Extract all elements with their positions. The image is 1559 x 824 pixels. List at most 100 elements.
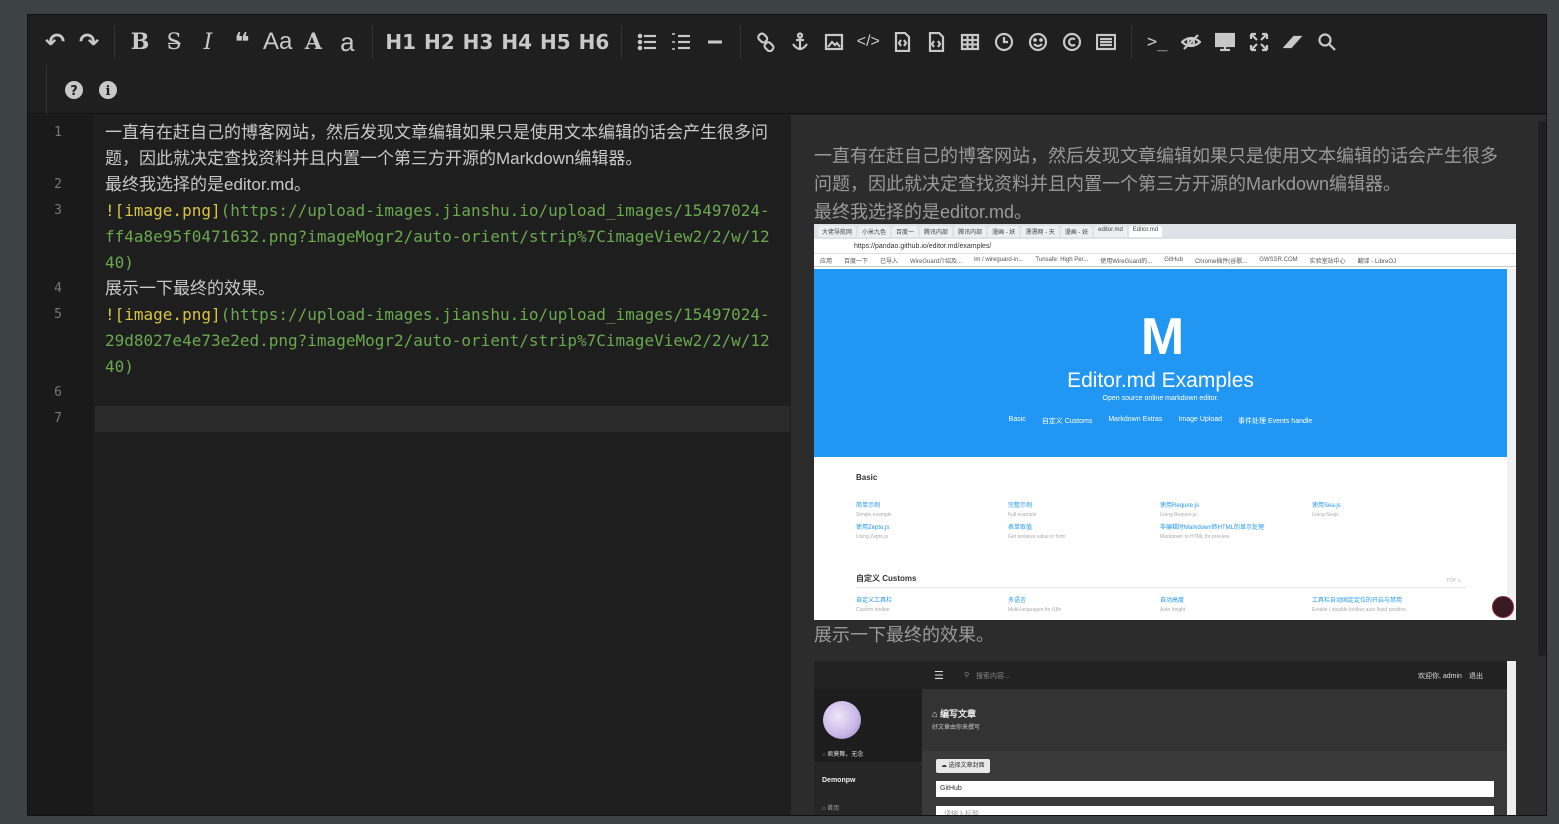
watch-toggle-icon[interactable] <box>1174 24 1208 60</box>
quote-button[interactable]: ❝ <box>225 24 259 60</box>
browser-bookmarks-bar: 应用 百度一下 已导入 WireGuard介绍及... lm / wiregua… <box>814 254 1516 267</box>
search-icon[interactable] <box>1310 24 1344 60</box>
menu-icon: ☰ <box>934 670 944 682</box>
html-preview-pane[interactable]: 一直有在赶自己的博客网站，然后发现文章编辑如果只是使用文本编辑的话会产生很多问题… <box>791 115 1546 815</box>
list-ul-icon[interactable] <box>630 24 664 60</box>
browser-tab: 漂漂网 - 天 <box>1021 226 1059 237</box>
strikethrough-button[interactable]: S̶ <box>157 24 191 60</box>
undo-button[interactable]: ↶ <box>38 24 72 60</box>
toolbar-divider <box>114 25 115 59</box>
example-link: 自动高度 Auto height <box>1160 598 1186 613</box>
nav-link: Basic <box>1008 416 1026 423</box>
redo-button[interactable]: ↷ <box>72 24 106 60</box>
sidebar-item-home: ⌂ 首页 <box>822 806 840 812</box>
nav-link: 自定义 Customs <box>1041 418 1093 425</box>
browser-tab: 百度一 <box>892 226 919 237</box>
page-title: ⌂ 编写文章 <box>932 709 976 719</box>
browser-tab-active: Editor.md <box>1128 226 1163 237</box>
preview-icon[interactable] <box>1208 24 1242 60</box>
h1-button[interactable]: H1 <box>381 24 420 60</box>
example-link: 表单取值 Get textarea value in form <box>1008 525 1066 540</box>
bold-button[interactable]: B <box>123 24 157 60</box>
code-line[interactable]: 一直有在赶自己的博客网站，然后发现文章编辑如果只是使用文本编辑的话会产生很多问题… <box>105 120 775 172</box>
examples-hero: M Editor.md Examples Open source online … <box>814 269 1507 457</box>
preview-paragraph: 一直有在赶自己的博客网站，然后发现文章编辑如果只是使用文本编辑的话会产生很多问题… <box>814 146 1498 194</box>
italic-button[interactable]: I <box>191 24 225 60</box>
home-icon: ⌂ <box>932 709 940 719</box>
line-number: 2 <box>54 177 62 192</box>
datetime-icon[interactable] <box>987 24 1021 60</box>
toolbar-divider <box>1131 25 1133 59</box>
h6-button[interactable]: H6 <box>575 24 614 60</box>
line-number: 7 <box>54 411 62 426</box>
example-link: 使用Require.js Using Require.js <box>1160 503 1200 518</box>
clear-icon[interactable] <box>1276 24 1310 60</box>
image-alt-syntax: ![image.png] <box>105 201 221 220</box>
browser-scrollbar <box>1507 661 1516 815</box>
admin-main: ⌂ 编写文章 好文章由你来撰写 ☁ 选择文章封面 GitHub 请输入标题 <box>922 689 1507 815</box>
link-icon[interactable] <box>749 24 783 60</box>
preview-paragraph: 最终我选择的是editor.md。 <box>814 202 1033 222</box>
example-link: 非编辑时Markdown转HTML的显示处理 Markdown to HTML f… <box>1160 525 1265 540</box>
code-line[interactable]: ![image.png](https://upload-images.jians… <box>105 198 775 276</box>
editor-toolbar: ↶ ↷ B S̶ I ❝ Aa A a H1 H2 H3 H4 H5 H6 </ <box>28 15 1546 115</box>
browser-tab: editor.md <box>1094 226 1127 237</box>
code-line[interactable]: 展示一下最终的效果。 <box>105 276 775 302</box>
svg-text:?: ? <box>70 84 78 99</box>
toolbar-divider <box>621 25 623 59</box>
h2-button[interactable]: H2 <box>420 24 459 60</box>
h5-button[interactable]: H5 <box>536 24 575 60</box>
help-icon[interactable]: ? <box>57 72 91 108</box>
toolbar-divider <box>740 25 742 59</box>
html-entities-icon[interactable] <box>1055 24 1089 60</box>
line-number: 4 <box>54 281 62 296</box>
browser-tab: 腾讯内部 <box>920 226 953 237</box>
line-number-gutter: 1 2 3 4 5 6 7 <box>28 115 95 815</box>
floating-avatar <box>1492 596 1514 618</box>
info-icon[interactable]: i <box>91 72 125 108</box>
section-divider <box>856 587 1466 588</box>
emoji-icon[interactable] <box>1021 24 1055 60</box>
examples-body: Basic 简单示例 Simple example 完整示例 Full exampl… <box>814 457 1507 620</box>
example-link: 使用Sea.js Using Seajs <box>1312 503 1341 518</box>
example-link: 多语言 Multi-languages for i18n <box>1008 598 1062 613</box>
browser-tab-strip: 大佬导航网 小米九色 百度一 腾讯内部 腾讯内部 漫画 - 妖 漂漂网 - 天 … <box>814 224 1516 239</box>
browser-tab: 腾讯内部 <box>954 226 987 237</box>
fullscreen-icon[interactable] <box>1242 24 1276 60</box>
preview-image-admin-editor: ☰ ⚲ 搜索内容... 欢迎你, admin 退出 ○ 君莫舞，无念 Demon… <box>814 661 1516 815</box>
h3-button[interactable]: H3 <box>459 24 498 60</box>
code-block-icon[interactable] <box>919 24 953 60</box>
bookmark: GitHub <box>1164 257 1183 263</box>
browser-tab: 小米九色 <box>858 226 891 237</box>
anchor-icon[interactable] <box>783 24 817 60</box>
browser-scrollbar <box>1507 269 1516 620</box>
preformatted-text-icon[interactable] <box>885 24 919 60</box>
uppercase-first-button[interactable]: A <box>296 24 330 60</box>
image-icon[interactable] <box>817 24 851 60</box>
preview-scrollbar[interactable] <box>1538 121 1546 656</box>
code-line[interactable]: 最终我选择的是editor.md。 <box>105 172 775 198</box>
code-line[interactable]: ![image.png](https://upload-images.jians… <box>105 302 775 380</box>
preview-paragraph: 展示一下最终的效果。 <box>814 625 994 645</box>
nav-link: 事件处理 Events handle <box>1238 418 1313 425</box>
line-number: 5 <box>54 307 62 322</box>
preview-image-editor-examples: 大佬导航网 小米九色 百度一 腾讯内部 腾讯内部 漫画 - 妖 漂漂网 - 天 … <box>814 224 1516 620</box>
markdown-source-pane[interactable]: 1 2 3 4 5 6 7 一直有在赶自己的博客网站，然后发现文章编辑如果只是使… <box>28 115 790 815</box>
bookmark: Chrome插件(谷歌... <box>1194 258 1248 265</box>
table-icon[interactable] <box>953 24 987 60</box>
cloud-upload-icon: ☁ <box>941 763 949 769</box>
pagebreak-icon[interactable] <box>1089 24 1123 60</box>
h4-button[interactable]: H4 <box>497 24 536 60</box>
lowercase-button[interactable]: a <box>330 24 364 60</box>
uppercase-button[interactable]: Aa <box>259 24 296 60</box>
goto-line-icon[interactable]: >_ <box>1140 24 1174 60</box>
code-icon[interactable]: </> <box>851 24 885 60</box>
list-ol-icon[interactable] <box>664 24 698 60</box>
toolbar-divider <box>372 25 374 59</box>
editormd-logo: M <box>1140 308 1184 366</box>
page-subtitle: 好文章由你来撰写 <box>932 725 981 731</box>
browser-tab: 大佬导航网 <box>818 226 857 237</box>
logout-link: 退出 <box>1469 673 1483 680</box>
hr-icon[interactable] <box>698 24 732 60</box>
admin-search-input: 搜索内容... <box>976 673 1010 680</box>
